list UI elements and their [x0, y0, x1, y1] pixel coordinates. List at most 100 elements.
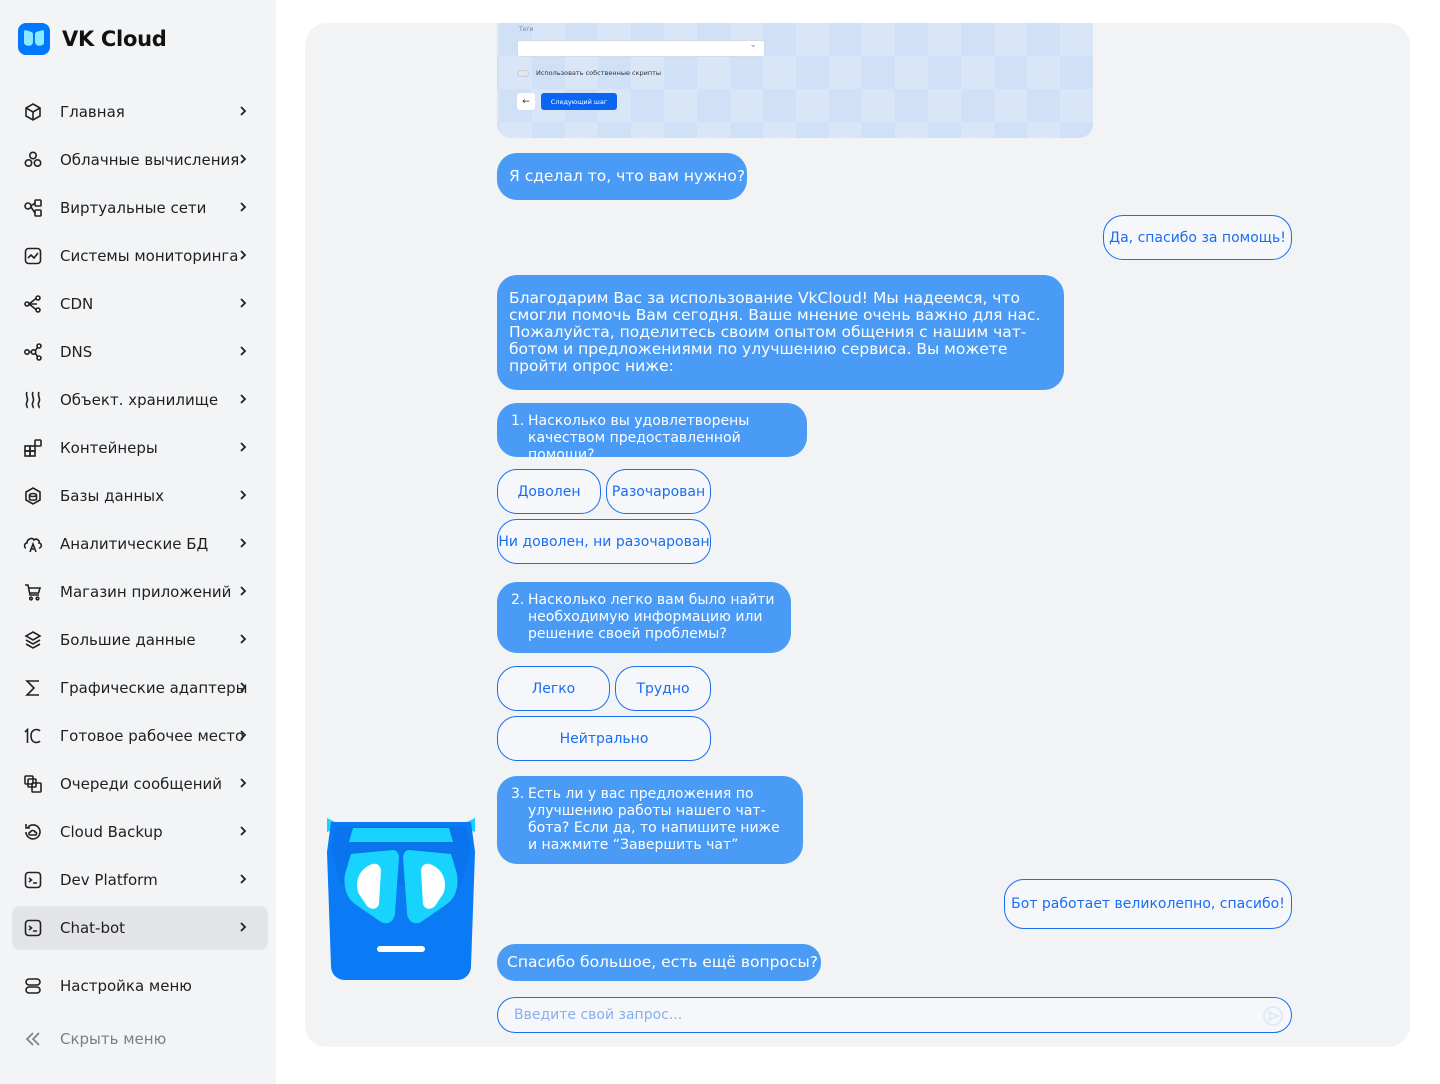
cdn-icon	[22, 293, 44, 315]
chevron-right-icon	[236, 248, 250, 262]
menu-settings-button[interactable]: Настройка меню	[22, 975, 192, 997]
brand-name: VK Cloud	[62, 27, 167, 51]
chevron-right-icon	[236, 776, 250, 790]
chevron-right-icon	[236, 920, 250, 934]
user-message-text: Да, спасибо за помощь!	[1109, 229, 1286, 246]
question-number: 2.	[511, 592, 525, 608]
containers-icon	[22, 437, 44, 459]
vk-cloud-logo-icon	[18, 23, 50, 55]
chevron-right-icon	[236, 152, 250, 166]
dns-icon	[22, 341, 44, 363]
hide-menu-label: Скрыть меню	[60, 1030, 167, 1048]
sidebar-item-app-store[interactable]: Магазин приложений	[12, 570, 268, 614]
menu-settings-label: Настройка меню	[60, 977, 192, 995]
sidebar-item-label: CDN	[60, 295, 94, 313]
chevron-right-icon	[236, 872, 250, 886]
sigma-icon	[22, 677, 44, 699]
analytics-db-icon	[22, 533, 44, 555]
backup-icon	[22, 821, 44, 843]
question-number: 3.	[511, 786, 525, 802]
option-satisfied-button[interactable]: Доволен	[497, 469, 601, 514]
bot-message-text: Спасибо большое, есть ещё вопросы?	[507, 953, 818, 971]
chevron-right-icon	[236, 584, 250, 598]
sidebar-item-main[interactable]: Главная	[12, 90, 268, 134]
chat-bot-mascot-icon	[327, 818, 475, 980]
tags-select	[517, 40, 765, 57]
sidebar-item-label: Dev Platform	[60, 871, 158, 889]
chevron-right-icon	[236, 488, 250, 502]
layers-icon	[22, 629, 44, 651]
option-label: Нейтрально	[559, 730, 649, 747]
cube-icon	[22, 101, 44, 123]
sidebar-item-big-data[interactable]: Большие данные	[12, 618, 268, 662]
sidebar-item-workplace[interactable]: Готовое рабочее место	[12, 714, 268, 758]
sidebar-item-label: Большие данные	[60, 631, 196, 649]
sidebar-item-databases[interactable]: Базы данных	[12, 474, 268, 518]
send-icon[interactable]	[1263, 1006, 1283, 1026]
sidebar-item-label: Системы мониторинга	[60, 247, 239, 265]
settings-stack-icon	[22, 975, 44, 997]
sidebar-item-virtual-networks[interactable]: Виртуальные сети	[12, 186, 268, 230]
monitoring-icon	[22, 245, 44, 267]
sidebar-item-object-storage[interactable]: Объект. хранилище	[12, 378, 268, 422]
survey-question-1: 1. Насколько вы удовлетворены качеством …	[497, 403, 807, 463]
chevron-right-icon	[236, 392, 250, 406]
sidebar-item-label: Готовое рабочее место	[60, 727, 245, 745]
user-message-text: Бот работает великолепно, спасибо!	[1011, 896, 1285, 912]
option-label: Доволен	[517, 483, 581, 500]
one-c-icon	[22, 725, 44, 747]
option-neutral-button[interactable]: Нейтрально	[497, 716, 711, 761]
sidebar-item-containers[interactable]: Контейнеры	[12, 426, 268, 470]
chevron-right-icon	[236, 344, 250, 358]
sidebar-item-label: DNS	[60, 343, 93, 361]
option-label: Разочарован	[611, 483, 706, 500]
survey-question-3: 3. Есть ли у вас предложения по улучшени…	[497, 776, 803, 864]
chevron-right-icon	[236, 680, 250, 694]
sidebar-item-gpu[interactable]: Графические адаптеры	[12, 666, 268, 710]
bot-message-text: Я сделал то, что вам нужно?	[509, 167, 746, 185]
queue-icon	[22, 773, 44, 795]
sidebar-item-message-queues[interactable]: Очереди сообщений	[12, 762, 268, 806]
option-label: Легко	[531, 680, 576, 697]
attached-screenshot: Теги Использовать собственные скрипты ← …	[497, 23, 1093, 138]
option-hard-button[interactable]: Трудно	[615, 666, 711, 711]
back-arrow-icon: ←	[517, 93, 535, 110]
cloud-compute-icon	[22, 149, 44, 171]
bot-message: Я сделал то, что вам нужно?	[497, 153, 747, 200]
sidebar-item-cloud-backup[interactable]: Cloud Backup	[12, 810, 268, 854]
brand-logo[interactable]: VK Cloud	[18, 23, 167, 55]
chevron-right-icon	[236, 200, 250, 214]
sidebar-item-cdn[interactable]: CDN	[12, 282, 268, 326]
option-neutral-satisfaction-button[interactable]: Ни доволен, ни разочарован	[497, 519, 711, 564]
terminal-icon	[22, 869, 44, 891]
chevron-right-icon	[236, 536, 250, 550]
question-text: Насколько легко вам было найти необходим…	[528, 592, 775, 642]
chevron-right-icon	[236, 728, 250, 742]
chevron-right-icon	[236, 632, 250, 646]
sidebar-item-label: Виртуальные сети	[60, 199, 207, 217]
sidebar-item-label: Базы данных	[60, 487, 164, 505]
sidebar-item-analytics-db[interactable]: Аналитические БД	[12, 522, 268, 566]
sidebar-item-cloud-compute[interactable]: Облачные вычисления	[12, 138, 268, 182]
bot-message: Спасибо большое, есть ещё вопросы?	[497, 944, 821, 981]
sidebar-item-label: Облачные вычисления	[60, 151, 240, 169]
sidebar-item-label: Магазин приложений	[60, 583, 232, 601]
option-easy-button[interactable]: Легко	[497, 666, 610, 711]
terminal-icon	[22, 917, 44, 939]
sidebar-item-dns[interactable]: DNS	[12, 330, 268, 374]
chat-input[interactable]	[514, 998, 1254, 1032]
sidebar-item-monitoring[interactable]: Системы мониторинга	[12, 234, 268, 278]
sidebar-item-dev-platform[interactable]: Dev Platform	[12, 858, 268, 902]
sidebar-item-label: Главная	[60, 103, 125, 121]
cart-icon	[22, 581, 44, 603]
option-disappointed-button[interactable]: Разочарован	[606, 469, 711, 514]
sidebar-item-label: Объект. хранилище	[60, 391, 219, 409]
next-step-button: Следующий шаг	[541, 93, 617, 110]
hide-menu-button[interactable]: Скрыть меню	[22, 1028, 166, 1050]
chat-input-container	[497, 997, 1292, 1033]
tags-label: Теги	[519, 26, 534, 33]
question-text: Есть ли у вас предложения по улучшению р…	[528, 786, 780, 853]
sidebar-item-chat-bot[interactable]: Chat-bot	[12, 906, 268, 950]
sidebar-item-label: Cloud Backup	[60, 823, 163, 841]
chevron-right-icon	[236, 296, 250, 310]
